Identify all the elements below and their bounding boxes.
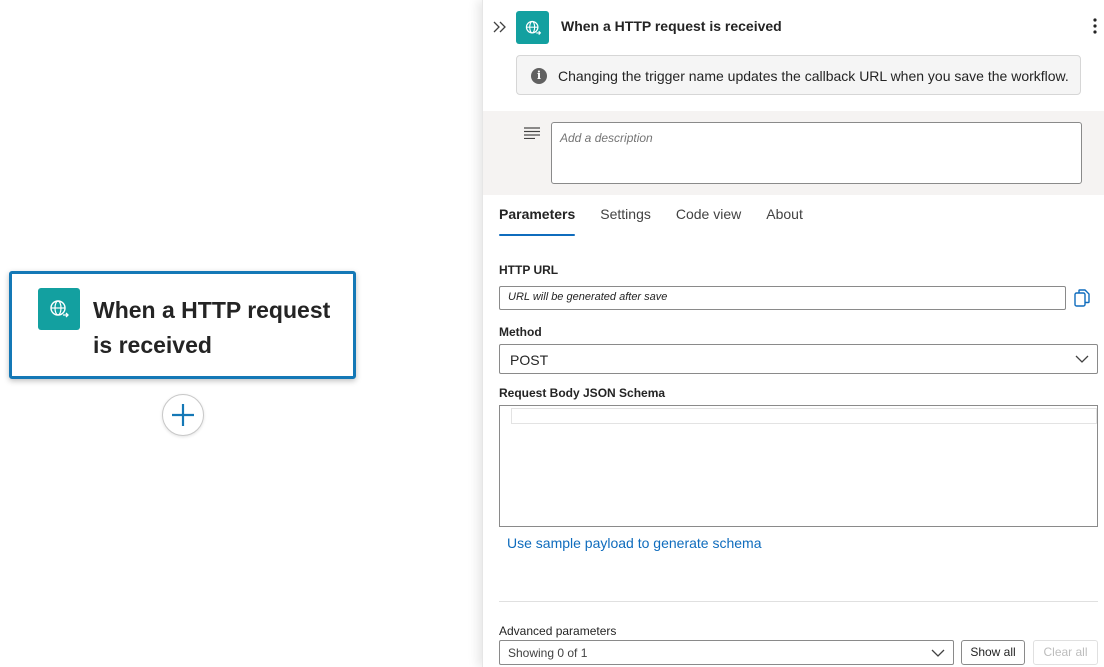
panel-header: When a HTTP request is received i Changi… (483, 0, 1104, 111)
method-label: Method (499, 325, 542, 339)
show-all-button[interactable]: Show all (961, 640, 1025, 665)
tab-code-view[interactable]: Code view (676, 205, 741, 236)
advanced-parameters-dropdown[interactable]: Showing 0 of 1 (499, 640, 954, 665)
tab-about[interactable]: About (766, 205, 803, 236)
schema-editor-line[interactable] (511, 408, 1097, 424)
http-request-globe-icon (516, 11, 549, 44)
schema-editor[interactable] (499, 405, 1098, 527)
sample-payload-link[interactable]: Use sample payload to generate schema (507, 535, 761, 551)
copy-url-icon[interactable] (1074, 289, 1090, 307)
more-options-icon[interactable] (1091, 16, 1099, 36)
divider (499, 601, 1098, 602)
description-section (483, 111, 1104, 195)
http-url-label: HTTP URL (499, 263, 559, 277)
chevron-down-icon (931, 649, 945, 657)
advanced-parameters-value: Showing 0 of 1 (508, 646, 588, 660)
info-message-bar: i Changing the trigger name updates the … (516, 55, 1081, 95)
collapse-panel-icon[interactable] (492, 18, 508, 36)
method-selected-value: POST (510, 352, 549, 368)
method-dropdown[interactable]: POST (499, 344, 1098, 374)
tab-parameters[interactable]: Parameters (499, 205, 576, 236)
info-icon: i (531, 68, 547, 84)
http-request-globe-icon (38, 288, 80, 330)
text-description-icon (524, 127, 540, 139)
trigger-node-card[interactable]: When a HTTP request is received (9, 271, 356, 379)
advanced-parameters-label: Advanced parameters (499, 624, 617, 638)
workflow-canvas: When a HTTP request is received (0, 0, 482, 667)
trigger-details-panel: When a HTTP request is received i Changi… (482, 0, 1104, 667)
plus-icon (172, 404, 194, 426)
http-url-field[interactable]: URL will be generated after save (499, 286, 1066, 310)
schema-label: Request Body JSON Schema (499, 386, 666, 400)
description-input[interactable] (551, 122, 1082, 184)
clear-all-button[interactable]: Clear all (1033, 640, 1098, 665)
panel-title[interactable]: When a HTTP request is received (561, 18, 782, 34)
info-message-text: Changing the trigger name updates the ca… (558, 68, 1069, 84)
chevron-down-icon (1075, 355, 1089, 363)
panel-tabs: Parameters Settings Code view About (499, 205, 828, 237)
trigger-node-title: When a HTTP request is received (93, 297, 331, 358)
tab-settings[interactable]: Settings (600, 205, 651, 236)
add-step-button[interactable] (162, 394, 204, 436)
